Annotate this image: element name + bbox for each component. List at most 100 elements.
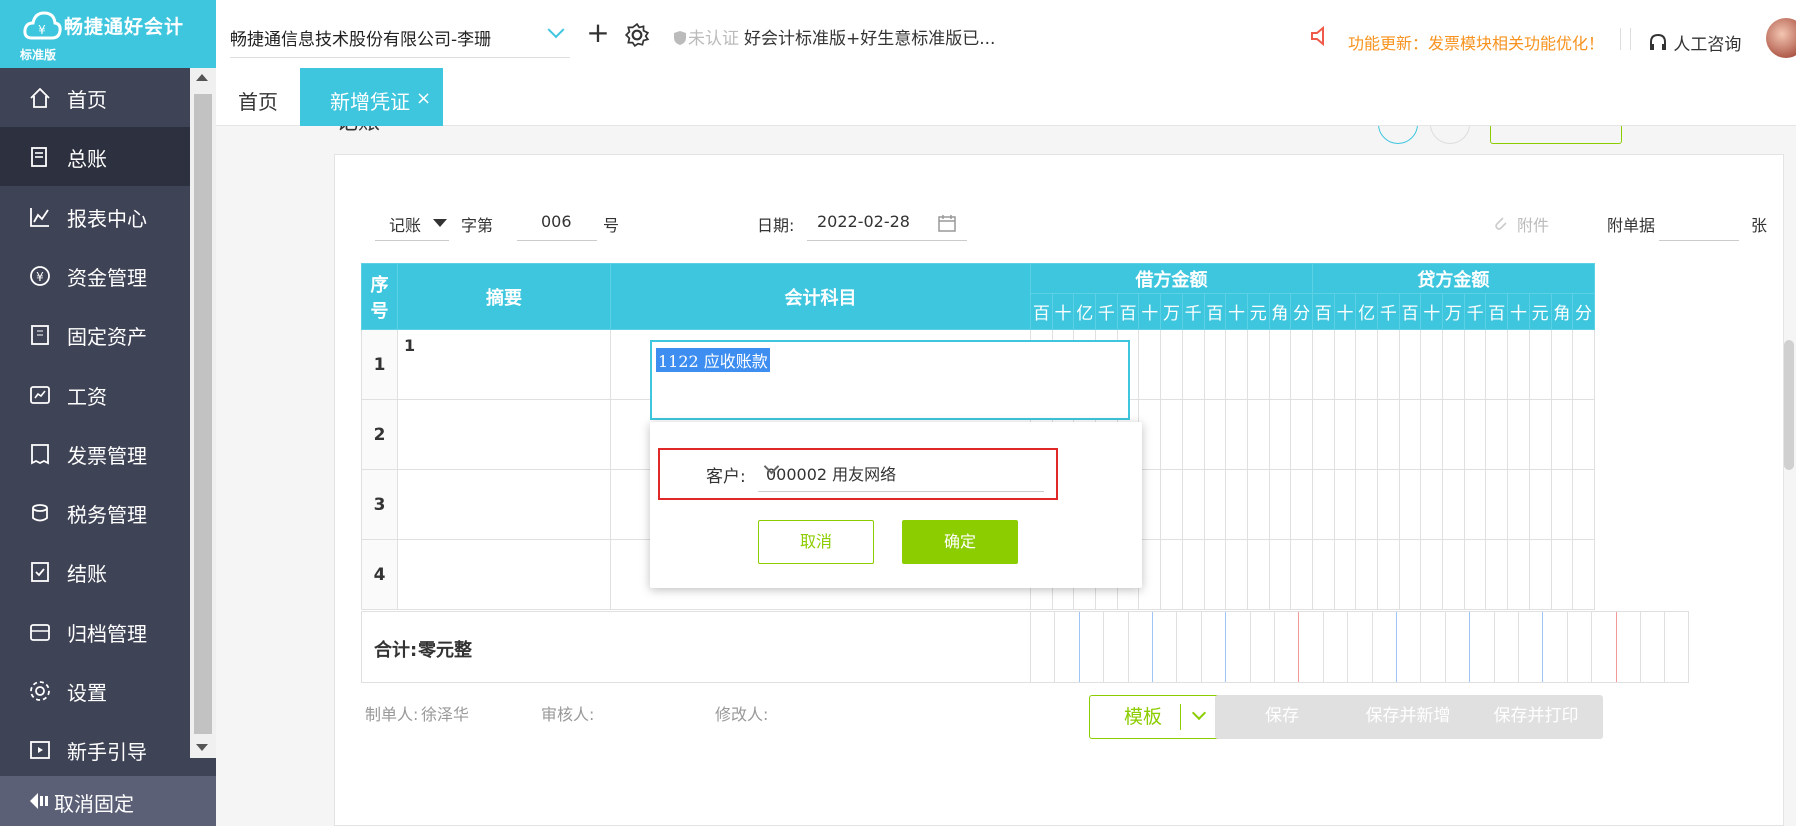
amount-digit-cell[interactable] [1268, 329, 1292, 400]
amount-digit-cell[interactable] [1138, 469, 1162, 540]
amount-digit-cell[interactable] [1333, 399, 1357, 470]
amount-digit-cell[interactable] [1311, 539, 1335, 610]
amount-digit-cell[interactable] [1528, 399, 1552, 470]
amount-digit-cell[interactable] [1398, 329, 1422, 400]
sidebar-item-7[interactable]: 发票管理 [0, 424, 190, 483]
amount-digit-cell[interactable] [1377, 399, 1400, 470]
amount-digit-cell[interactable] [1507, 329, 1530, 400]
amount-digit-cell[interactable] [1181, 469, 1205, 540]
amount-digit-cell[interactable] [1442, 539, 1465, 610]
amount-digit-cell[interactable] [1528, 469, 1552, 540]
amount-digit-cell[interactable] [1572, 399, 1595, 470]
summary-cell[interactable] [397, 399, 611, 470]
sidebar-item-9[interactable]: 结账 [0, 542, 190, 601]
amount-digit-cell[interactable] [1203, 399, 1227, 470]
page-scrollbar-thumb[interactable] [1784, 340, 1794, 470]
date-input[interactable]: 2022-02-28 [807, 205, 967, 241]
amount-digit-cell[interactable] [1203, 469, 1227, 540]
next-circle-button[interactable] [1430, 126, 1470, 144]
calendar-icon[interactable] [937, 213, 957, 233]
sidebar-item-4[interactable]: ¥ 资金管理 [0, 246, 190, 305]
customer-select[interactable]: 000002 用友网络 [758, 458, 1044, 492]
sidebar-item-2[interactable]: 总账 [0, 127, 190, 187]
amount-digit-cell[interactable] [1420, 539, 1444, 610]
amount-digit-cell[interactable] [1485, 329, 1509, 400]
tab-home[interactable]: 首页 [216, 68, 290, 126]
amount-digit-cell[interactable] [1268, 469, 1292, 540]
avatar[interactable] [1766, 18, 1796, 58]
amount-digit-cell[interactable] [1203, 329, 1227, 400]
save-and-new-button[interactable]: 保存并新增 [1341, 695, 1475, 739]
amount-digit-cell[interactable] [1138, 329, 1162, 400]
amount-digit-cell[interactable] [1463, 539, 1487, 610]
amount-digit-cell[interactable] [1398, 469, 1422, 540]
amount-digit-cell[interactable] [1268, 539, 1292, 610]
scroll-down-arrow-icon[interactable] [196, 744, 208, 751]
amount-digit-cell[interactable] [1572, 539, 1595, 610]
edition-info[interactable]: 好会计标准版+好生意标准版已... [744, 24, 995, 49]
summary-cell[interactable]: 1 [397, 329, 611, 400]
amount-digit-cell[interactable] [1398, 399, 1422, 470]
amount-digit-cell[interactable] [1572, 469, 1595, 540]
sidebar-item-6[interactable]: 工资 [0, 365, 190, 424]
amount-digit-cell[interactable] [1550, 329, 1574, 400]
voucher-number-input[interactable]: 006 [517, 205, 597, 241]
scroll-thumb[interactable] [194, 94, 212, 734]
sidebar-item-5[interactable]: 固定资产 [0, 305, 190, 364]
amount-digit-cell[interactable] [1160, 399, 1183, 470]
app-logo[interactable]: ¥ 畅捷通好会计 标准版 [0, 0, 216, 68]
amount-digit-cell[interactable] [1311, 329, 1335, 400]
amount-digit-cell[interactable] [1333, 469, 1357, 540]
amount-digit-cell[interactable] [1442, 469, 1465, 540]
amount-digit-cell[interactable] [1463, 399, 1487, 470]
amount-digit-cell[interactable] [1550, 399, 1574, 470]
amount-digit-cell[interactable] [1225, 329, 1248, 400]
account-input[interactable]: 1122 应收账款 [650, 340, 1130, 420]
amount-digit-cell[interactable] [1355, 399, 1378, 470]
save-button[interactable]: 保存 [1215, 695, 1349, 739]
amount-digit-cell[interactable] [1246, 399, 1270, 470]
amount-digit-cell[interactable] [1550, 539, 1574, 610]
summary-cell[interactable] [397, 539, 611, 610]
update-notice[interactable]: 功能更新：发票模块相关功能优化！ [1348, 30, 1604, 54]
amount-digit-cell[interactable] [1333, 539, 1357, 610]
attach-count-input[interactable] [1659, 205, 1739, 241]
amount-digit-cell[interactable] [1528, 329, 1552, 400]
amount-digit-cell[interactable] [1225, 539, 1248, 610]
amount-digit-cell[interactable] [1485, 399, 1509, 470]
amount-digit-cell[interactable] [1463, 469, 1487, 540]
amount-digit-cell[interactable] [1138, 399, 1162, 470]
prev-circle-button[interactable] [1378, 126, 1418, 144]
sidebar-item-3[interactable]: 报表中心 [0, 187, 190, 246]
amount-digit-cell[interactable] [1160, 539, 1183, 610]
support-link[interactable]: 人工咨询 [1648, 30, 1741, 55]
amount-digit-cell[interactable] [1507, 539, 1530, 610]
amount-digit-cell[interactable] [1290, 329, 1313, 400]
amount-digit-cell[interactable] [1420, 399, 1444, 470]
sidebar-item-12[interactable]: 新手引导 [0, 720, 190, 779]
amount-digit-cell[interactable] [1442, 329, 1465, 400]
amount-digit-cell[interactable] [1355, 329, 1378, 400]
amount-digit-cell[interactable] [1485, 539, 1509, 610]
summary-cell[interactable] [397, 469, 611, 540]
amount-digit-cell[interactable] [1138, 539, 1162, 610]
sidebar-scrollbar[interactable] [190, 68, 216, 758]
amount-digit-cell[interactable] [1181, 399, 1205, 470]
amount-digit-cell[interactable] [1290, 469, 1313, 540]
top-action-button[interactable] [1490, 126, 1622, 144]
sidebar-item-11[interactable]: 设置 [0, 661, 190, 720]
amount-digit-cell[interactable] [1377, 469, 1400, 540]
amount-digit-cell[interactable] [1463, 329, 1487, 400]
amount-digit-cell[interactable] [1420, 329, 1444, 400]
sidebar-item-8[interactable]: 税务管理 [0, 483, 190, 542]
amount-digit-cell[interactable] [1485, 469, 1509, 540]
sidebar-item-1[interactable]: 首页 [0, 68, 190, 127]
save-and-print-button[interactable]: 保存并打印 [1469, 695, 1603, 739]
amount-digit-cell[interactable] [1398, 539, 1422, 610]
company-select[interactable]: 畅捷通信息技术股份有限公司-李珊 [230, 21, 570, 58]
cert-status[interactable]: 未认证 [672, 24, 739, 49]
amount-digit-cell[interactable] [1550, 469, 1574, 540]
amount-digit-cell[interactable] [1507, 399, 1530, 470]
amount-digit-cell[interactable] [1377, 329, 1400, 400]
gear-icon[interactable] [624, 22, 650, 48]
